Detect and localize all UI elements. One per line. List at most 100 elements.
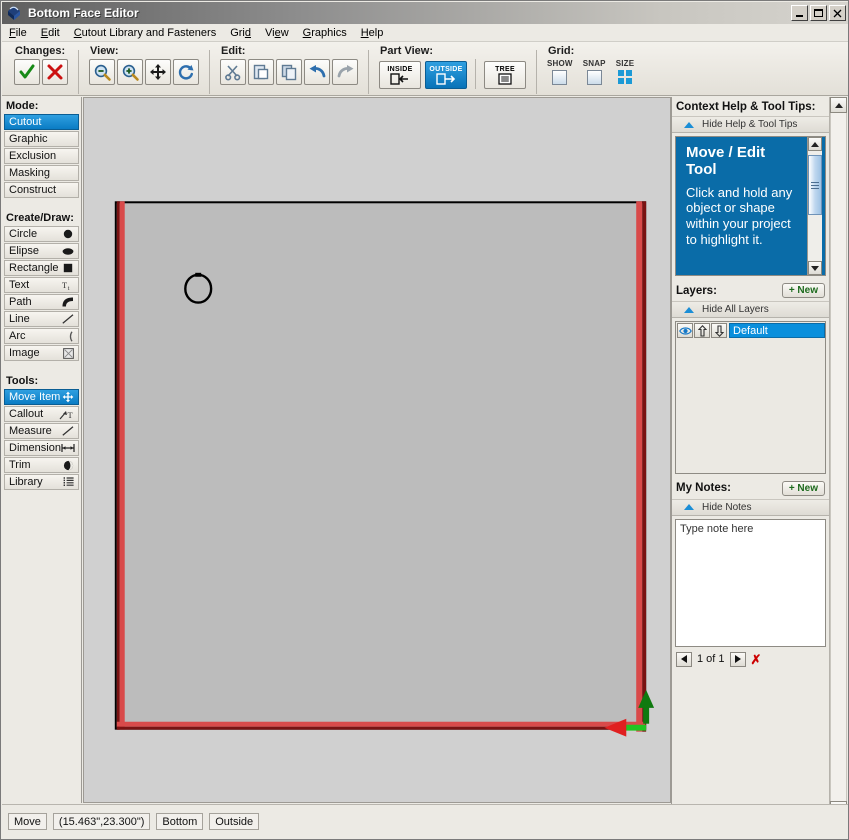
sidebar-mode-construct[interactable]: Construct [4, 182, 79, 198]
sidebar-tool-elipse[interactable]: Elipse [4, 243, 79, 259]
delete-note-button[interactable]: ✗ [751, 653, 762, 666]
minimize-button[interactable] [791, 5, 808, 21]
status-side: Outside [209, 813, 260, 830]
image-placeholder-icon [62, 347, 74, 359]
menu-view[interactable]: View [258, 26, 296, 40]
arrow-up-icon[interactable] [694, 323, 710, 338]
hide-help-toggle[interactable]: Hide Help & Tool Tips [672, 116, 829, 133]
hide-notes-toggle[interactable]: Hide Notes [672, 498, 829, 516]
toolbar-group-edit: Edit: [214, 45, 364, 93]
part-view-inside-button[interactable]: INSIDE [379, 61, 421, 89]
new-note-button[interactable]: + New [781, 480, 825, 496]
part-drawing[interactable] [84, 98, 670, 800]
eye-icon[interactable] [677, 323, 693, 338]
app-logo-icon [5, 4, 25, 22]
grid-show-checkbox[interactable] [552, 70, 568, 85]
menu-file[interactable]: File [2, 26, 34, 40]
menu-help[interactable]: Help [354, 26, 391, 40]
right-panel-scrollbar[interactable] [829, 97, 847, 817]
grid-snap-checkbox[interactable] [586, 70, 602, 85]
filled-square-icon [62, 263, 74, 273]
grid-snap-control[interactable]: SNAP [583, 59, 606, 85]
sidebar-tool-image[interactable]: Image [4, 345, 79, 361]
arrow-down-icon[interactable] [711, 323, 727, 338]
menu-edit[interactable]: Edit [34, 26, 67, 40]
sidebar-tool-callout-label: Callout [9, 408, 44, 420]
sidebar-mode-exclusion[interactable]: Exclusion [4, 148, 79, 164]
help-scroll-up-button[interactable] [808, 137, 822, 151]
next-note-button[interactable] [729, 651, 746, 667]
help-scrollbar[interactable] [807, 137, 822, 275]
maximize-button[interactable] [810, 5, 827, 21]
drawing-canvas-area[interactable] [83, 97, 671, 803]
layer-row[interactable]: Default [676, 322, 825, 338]
sidebar-mode-graphic[interactable]: Graphic [4, 131, 79, 147]
move-arrows-icon [62, 391, 74, 403]
toolbar-group-grid: Grid: SHOW SNAP SIZE [541, 45, 640, 93]
pan-button[interactable] [145, 59, 171, 85]
sidebar-tool-callout[interactable]: Callout T [4, 406, 79, 422]
panel-scroll-track[interactable] [830, 113, 847, 801]
layers-list[interactable]: Default [675, 321, 826, 474]
note-text-value[interactable]: Type note here [676, 520, 825, 538]
close-button[interactable] [829, 5, 846, 21]
hide-all-layers-toggle[interactable]: Hide All Layers [672, 301, 829, 318]
sidebar-tool-circle[interactable]: Circle [4, 226, 79, 242]
sidebar-tool-rectangle[interactable]: Rectangle [4, 260, 79, 276]
part-view-outside-button[interactable]: OUTSIDE [425, 61, 467, 89]
sidebar-mode-masking[interactable]: Masking [4, 165, 79, 181]
part-view-inside-label: INSIDE [387, 65, 413, 73]
apply-changes-button[interactable] [14, 59, 40, 85]
sidebar-tool-move-item-label: Move Item [9, 391, 61, 403]
prev-note-button[interactable] [676, 651, 692, 667]
grid-size-control[interactable]: SIZE [616, 59, 635, 84]
grid-size-icon[interactable] [618, 70, 633, 84]
menu-graphics[interactable]: Graphics [296, 26, 354, 40]
sidebar-tool-measure[interactable]: Measure [4, 423, 79, 439]
sidebar-tool-library[interactable]: Library [4, 474, 79, 490]
sidebar-tool-text[interactable]: Text T t [4, 277, 79, 293]
cancel-changes-button[interactable] [42, 59, 68, 85]
sidebar-mode-cutout[interactable]: Cutout [4, 114, 79, 130]
sidebar-tool-trim[interactable]: Trim [4, 457, 79, 473]
arrow-left-icon [681, 655, 687, 663]
sidebar-tool-move-item[interactable]: Move Item [4, 389, 79, 405]
context-help-title: Context Help & Tool Tips: [676, 101, 816, 113]
filled-ellipse-icon [62, 247, 74, 256]
grid-show-control[interactable]: SHOW [547, 59, 573, 85]
help-scroll-thumb[interactable] [808, 155, 822, 215]
zoom-in-button[interactable] [117, 59, 143, 85]
help-scroll-down-button[interactable] [808, 261, 822, 275]
refresh-button[interactable] [173, 59, 199, 85]
sidebar-tool-image-label: Image [9, 347, 40, 359]
redo-button[interactable] [332, 59, 358, 85]
filled-circle-icon [62, 229, 74, 239]
sidebar-tool-line-label: Line [9, 313, 30, 325]
note-textarea[interactable]: Type note here [675, 518, 826, 647]
sidebar-tool-path[interactable]: Path [4, 294, 79, 310]
menu-grid[interactable]: Grid [223, 26, 258, 40]
toolbar-group-view-label: View: [90, 45, 119, 57]
sidebar-tool-dimension[interactable]: Dimension [4, 440, 79, 456]
zoom-out-button[interactable] [89, 59, 115, 85]
new-layer-button[interactable]: + New [781, 283, 825, 298]
copy-button[interactable] [276, 59, 302, 85]
status-tool: Move [8, 813, 47, 830]
notes-page-label: 1 of 1 [697, 653, 725, 665]
undo-button[interactable] [304, 59, 330, 85]
layer-name-label[interactable]: Default [729, 323, 825, 338]
notes-title: My Notes: [676, 482, 731, 494]
help-scroll-track[interactable] [808, 151, 822, 261]
part-view-tree-button[interactable]: TREE [484, 61, 526, 89]
sidebar-tool-arc[interactable]: Arc [4, 328, 79, 344]
panel-scroll-up-button[interactable] [830, 97, 847, 113]
cut-button[interactable] [220, 59, 246, 85]
part-view-tree-label: TREE [495, 65, 515, 73]
help-card-title: Move / Edit Tool [686, 144, 766, 178]
menu-cutout-library-and-fasteners[interactable]: Cutout Library and Fasteners [67, 26, 223, 40]
notes-pager: 1 of 1 ✗ [672, 650, 829, 667]
sidebar-tool-line[interactable]: Line [4, 311, 79, 327]
layers-title: Layers: [676, 284, 717, 297]
paste-button[interactable] [248, 59, 274, 85]
